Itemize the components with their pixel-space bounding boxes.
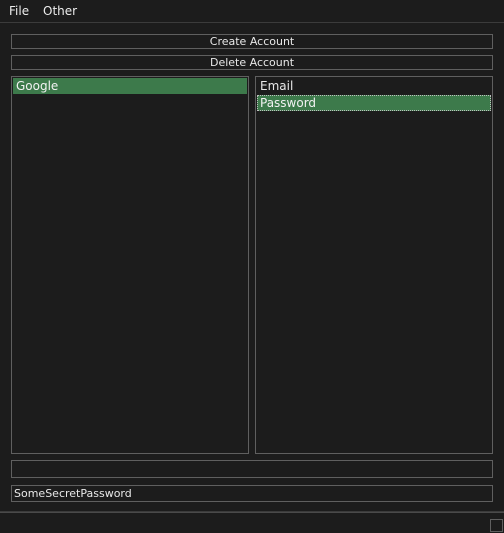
top-text-input[interactable]: [11, 460, 493, 478]
account-item-google[interactable]: Google: [13, 78, 247, 94]
delete-account-button[interactable]: Delete Account: [11, 55, 493, 70]
menu-other[interactable]: Other: [43, 4, 77, 19]
fields-listbox[interactable]: Email Password: [255, 76, 493, 454]
field-item-email[interactable]: Email: [257, 78, 491, 94]
field-item-password[interactable]: Password: [257, 95, 491, 111]
resize-grip-icon[interactable]: [490, 519, 503, 532]
create-account-button[interactable]: Create Account: [11, 34, 493, 49]
menu-bar: File Other: [0, 0, 504, 23]
app-window: File Other Create Account Delete Account…: [0, 0, 504, 533]
value-text-input[interactable]: SomeSecretPassword: [11, 485, 493, 502]
status-bar: [0, 512, 504, 533]
accounts-listbox[interactable]: Google: [11, 76, 249, 454]
menu-file[interactable]: File: [9, 4, 29, 19]
